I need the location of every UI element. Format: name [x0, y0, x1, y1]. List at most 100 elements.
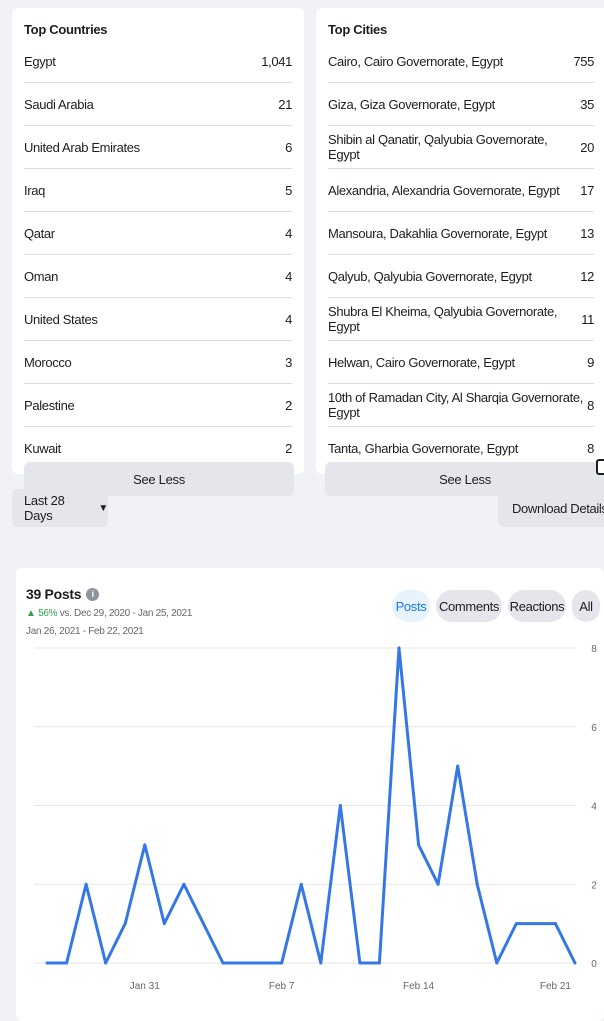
city-count: 35 [580, 96, 594, 112]
list-item: Alexandria, Alexandria Governorate, Egyp… [328, 169, 594, 212]
list-item: Qalyub, Qalyubia Governorate, Egypt 12 [328, 255, 594, 298]
y-tick-label: 4 [591, 802, 597, 813]
data-point [201, 922, 205, 926]
data-point [338, 804, 342, 807]
city-name: Cairo, Cairo Governorate, Egypt [328, 53, 503, 69]
data-point [299, 882, 303, 886]
city-name: Giza, Giza Governorate, Egypt [328, 96, 495, 112]
data-point [280, 961, 284, 965]
country-count: 4 [285, 225, 292, 241]
caret-down-icon: ▼ [98, 502, 108, 514]
download-details-button[interactable]: Download Details [498, 489, 604, 527]
data-point [436, 882, 440, 886]
data-point [417, 843, 421, 847]
city-count: 11 [581, 311, 594, 327]
x-tick-label: Jan 31 [130, 981, 160, 992]
city-count: 17 [580, 182, 594, 198]
country-name: Kuwait [24, 441, 61, 456]
country-count: 5 [285, 182, 292, 198]
data-point [241, 961, 245, 965]
list-item: Helwan, Cairo Governorate, Egypt 9 [328, 341, 594, 384]
city-count: 9 [587, 354, 594, 370]
list-item: Morocco 3 [24, 341, 292, 384]
country-count: 4 [285, 268, 292, 284]
data-point [377, 961, 381, 965]
download-label: Download Details [512, 500, 604, 516]
top-countries-title: Top Countries [24, 22, 108, 37]
top-countries-list: Egypt 1,041 Saudi Arabia 21 United Arab Em… [24, 40, 292, 470]
top-cities-list: Cairo, Cairo Governorate, Egypt 755 Giza,… [328, 40, 594, 470]
data-point [84, 882, 88, 886]
data-point [319, 961, 323, 965]
date-range-dropdown[interactable]: Last 28 Days ▼ [12, 489, 108, 527]
list-item: Saudi Arabia 21 [24, 83, 292, 126]
country-name: United Arab Emirates [24, 139, 140, 155]
country-count: 3 [285, 354, 292, 370]
country-name: Oman [24, 268, 59, 284]
data-point [456, 764, 460, 768]
y-tick-label: 6 [591, 723, 597, 734]
date-range-label: Last 28 Days [24, 493, 65, 523]
x-tick-label: Feb 7 [269, 981, 295, 992]
data-point [260, 961, 264, 965]
data-point [495, 961, 499, 965]
city-count: 12 [580, 268, 594, 284]
country-count: 2 [285, 441, 292, 456]
posts-chart-card: 39 Posts i ▲ 56% vs. Dec 29, 2020 - Jan … [16, 568, 604, 1021]
list-item: Shubra El Kheima, Qalyubia Governorate, … [328, 298, 594, 341]
list-item: 10th of Ramadan City, Al Sharqia Governo… [328, 384, 594, 427]
data-point [143, 843, 147, 847]
window-edge-icon [596, 459, 604, 475]
top-cities-title: Top Cities [328, 22, 387, 37]
country-name: Iraq [24, 182, 46, 198]
list-item: Egypt 1,041 [24, 40, 292, 83]
list-item: Giza, Giza Governorate, Egypt 35 [328, 83, 594, 126]
posts-line-chart: 0 2 4 6 8 Jan 31 Feb 7 Feb 14 Feb 21 [34, 644, 597, 992]
list-item: Oman 4 [24, 255, 292, 298]
top-countries-card: Top Countries Egypt 1,041 Saudi Arabia 21 … [12, 8, 304, 496]
list-item: Cairo, Cairo Governorate, Egypt 755 [328, 40, 594, 83]
city-name: Mansoura, Dakahlia Governorate, Egypt [328, 225, 548, 241]
list-item: United Arab Emirates 6 [24, 126, 292, 169]
list-item: Qatar 4 [24, 212, 292, 255]
y-tick-label: 0 [591, 959, 597, 970]
country-count: 4 [285, 311, 292, 327]
country-name: Palestine [24, 397, 75, 413]
city-name: Shubra El Kheima, Qalyubia Governorate, … [328, 304, 558, 334]
country-count: 6 [285, 139, 292, 155]
x-tick-label: Feb 14 [403, 981, 435, 992]
data-point [514, 922, 518, 926]
x-tick-label: Feb 21 [540, 981, 572, 992]
data-point [397, 646, 401, 650]
city-count: 755 [573, 53, 594, 69]
city-name: 10th of Ramadan City, Al Sharqia Governo… [328, 390, 583, 420]
list-item: Iraq 5 [24, 169, 292, 212]
city-count: 20 [580, 139, 594, 155]
top-cities-card: Top Cities Cairo, Cairo Governorate, Egy… [316, 8, 604, 496]
data-point [182, 882, 186, 886]
city-name: Qalyub, Qalyubia Governorate, Egypt [328, 268, 532, 284]
country-count: 2 [285, 397, 292, 413]
data-point [358, 961, 362, 965]
y-tick-label: 2 [591, 880, 597, 891]
data-point [65, 961, 69, 965]
data-point [573, 961, 577, 965]
data-point [221, 961, 225, 965]
country-name: Qatar [24, 225, 55, 241]
country-name: Saudi Arabia [24, 96, 94, 112]
country-name: Egypt [24, 53, 56, 69]
country-count: 21 [278, 96, 292, 112]
list-item: Palestine 2 [24, 384, 292, 427]
data-point [45, 961, 49, 965]
city-name: Alexandria, Alexandria Governorate, Egyp… [328, 182, 560, 198]
country-count: 1,041 [261, 53, 292, 69]
city-count: 8 [587, 397, 594, 413]
country-name: United States [24, 311, 98, 327]
data-point [553, 922, 557, 926]
data-point [162, 922, 166, 926]
country-name: Morocco [24, 354, 72, 370]
city-name: Tanta, Gharbia Governorate, Egypt [328, 441, 519, 456]
data-point [534, 922, 538, 926]
city-count: 8 [587, 441, 594, 456]
data-point [104, 961, 108, 965]
